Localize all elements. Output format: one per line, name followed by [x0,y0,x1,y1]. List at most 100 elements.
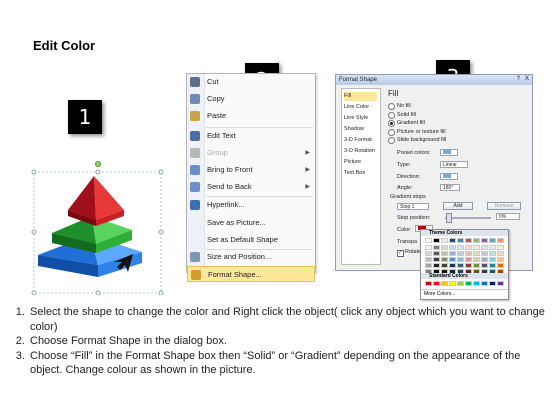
color-swatch[interactable] [473,257,480,262]
color-swatch[interactable] [425,251,432,256]
color-swatch[interactable] [441,263,448,268]
standard-color-swatch[interactable] [489,281,496,286]
resize-handle[interactable] [31,229,37,235]
fill-option-solid-fill[interactable]: Solid fill [388,111,478,119]
color-swatch[interactable] [489,263,496,268]
color-swatch[interactable] [425,257,432,262]
color-swatch[interactable] [481,257,488,262]
color-swatch[interactable] [489,238,496,243]
resize-handle[interactable] [95,169,101,175]
color-swatch[interactable] [433,257,440,262]
fill-option-gradient-fill[interactable]: Gradient fill [388,119,478,127]
radio-button[interactable] [388,120,395,127]
color-swatch[interactable] [473,263,480,268]
color-swatch[interactable] [481,263,488,268]
menu-item-bring-to-front[interactable]: Bring to Front ▶ [187,162,315,178]
color-swatch[interactable] [441,251,448,256]
color-swatch[interactable] [473,245,480,250]
resize-handle[interactable] [158,169,164,175]
color-swatch[interactable] [433,251,440,256]
color-swatch[interactable] [449,245,456,250]
standard-color-swatch[interactable] [473,281,480,286]
color-swatch[interactable] [489,257,496,262]
color-swatch[interactable] [481,245,488,250]
menu-item-cut[interactable]: Cut [187,74,315,90]
help-button[interactable]: ? [517,76,520,82]
color-swatch[interactable] [449,251,456,256]
standard-color-swatch[interactable] [441,281,448,286]
radio-button[interactable] [388,137,395,144]
color-swatch[interactable] [481,251,488,256]
resize-handle[interactable] [158,229,164,235]
resize-handle[interactable] [31,290,37,295]
color-swatch[interactable] [457,251,464,256]
menu-item-set-as-default-shape[interactable]: Set as Default Shape [187,232,315,248]
category-3-d-rotation[interactable]: 3-D Rotation [344,147,377,156]
direction-dropdown[interactable] [440,173,458,180]
category-line-style[interactable]: Line Style [344,114,377,123]
color-swatch[interactable] [457,238,464,243]
color-swatch[interactable] [473,251,480,256]
standard-color-swatch[interactable] [497,281,504,286]
menu-item-paste[interactable]: Paste [187,108,315,124]
type-dropdown[interactable]: Linear [440,161,468,168]
preset-colors-dropdown[interactable] [440,149,458,156]
color-swatch[interactable] [497,263,504,268]
close-button[interactable]: X [525,76,529,82]
color-swatch[interactable] [433,245,440,250]
fill-option-picture-or-texture-fill[interactable]: Picture or texture fill [388,128,478,136]
category-shadow[interactable]: Shadow [344,125,377,134]
color-swatch[interactable] [465,238,472,243]
menu-item-copy[interactable]: Copy [187,91,315,107]
pyramid-shape[interactable] [30,160,170,295]
menu-item-send-to-back[interactable]: Send to Back ▶ [187,179,315,195]
color-swatch[interactable] [441,257,448,262]
color-swatch[interactable] [497,251,504,256]
color-swatch[interactable] [465,257,472,262]
color-swatch[interactable] [497,238,504,243]
more-colors-link[interactable]: More Colors... [424,291,455,297]
fill-option-slide-background-fill[interactable]: Slide background fill [388,136,478,144]
category-3-d-format[interactable]: 3-D Format [344,136,377,145]
standard-color-swatch[interactable] [425,281,432,286]
color-swatch[interactable] [457,245,464,250]
standard-color-swatch[interactable] [433,281,440,286]
stop-dropdown[interactable]: Stop 1 [397,203,429,210]
color-swatch[interactable] [465,263,472,268]
color-swatch[interactable] [481,238,488,243]
category-line-color[interactable]: Line Color [344,103,377,112]
resize-handle[interactable] [31,169,37,175]
stop-position-input[interactable]: 0% [496,213,520,220]
color-swatch[interactable] [433,238,440,243]
color-swatch[interactable] [457,257,464,262]
standard-color-swatch[interactable] [449,281,456,286]
standard-color-swatch[interactable] [481,281,488,286]
resize-handle[interactable] [95,290,101,295]
color-swatch[interactable] [425,263,432,268]
radio-button[interactable] [388,103,395,110]
standard-color-swatch[interactable] [457,281,464,286]
menu-item-hyperlink[interactable]: Hyperlink... [187,197,315,213]
rotation-handle[interactable] [95,161,101,167]
color-swatch[interactable] [441,245,448,250]
color-swatch[interactable] [449,238,456,243]
color-swatch[interactable] [457,263,464,268]
color-swatch[interactable] [497,257,504,262]
color-swatch[interactable] [449,263,456,268]
rotate-checkbox[interactable]: ✓ [397,250,404,257]
menu-item-group[interactable]: Group ▶ [187,145,315,161]
category-text-box[interactable]: Text Box [344,169,377,178]
color-swatch[interactable] [425,245,432,250]
menu-item-save-as-picture[interactable]: Save as Picture... [187,215,315,231]
add-stop-button[interactable]: Add [443,202,473,210]
color-swatch[interactable] [441,238,448,243]
menu-item-edit-text[interactable]: Edit Text [187,128,315,144]
radio-button[interactable] [388,111,395,119]
color-swatch[interactable] [465,251,472,256]
color-swatch[interactable] [433,263,440,268]
radio-button[interactable] [388,128,395,136]
color-swatch[interactable] [449,257,456,262]
slider-thumb[interactable] [446,213,452,223]
color-swatch[interactable] [465,245,472,250]
color-swatch[interactable] [489,251,496,256]
